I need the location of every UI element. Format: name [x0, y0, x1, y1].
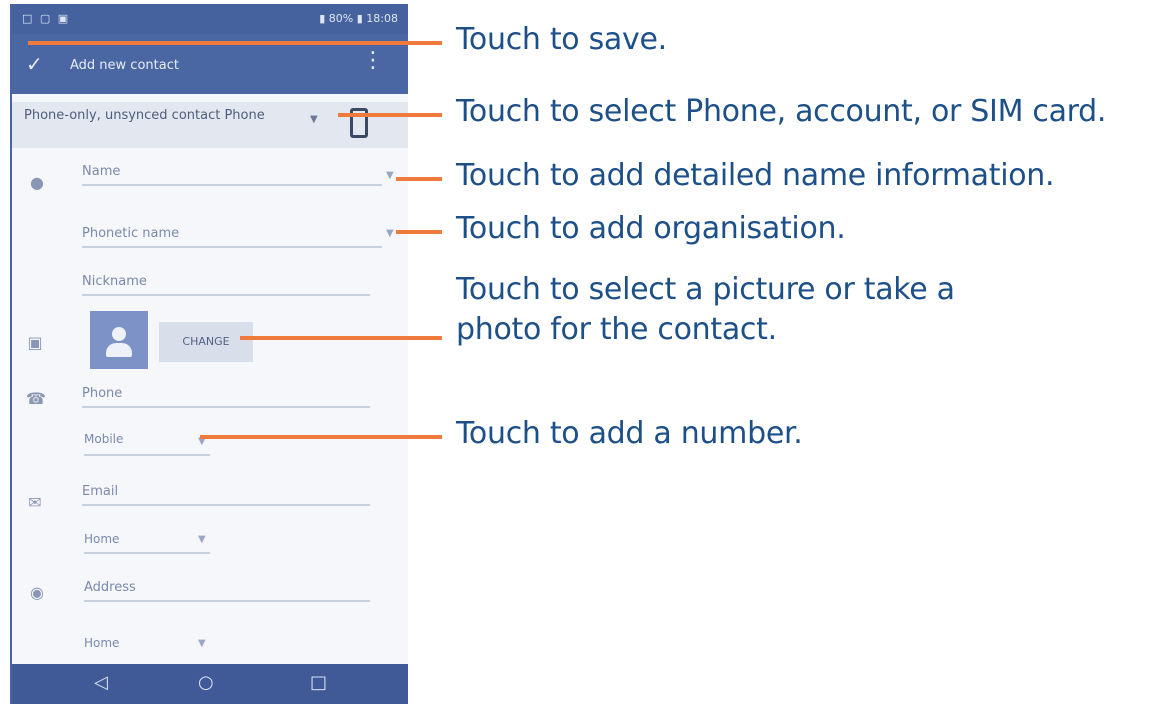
phone-type-select[interactable]: Mobile [84, 432, 123, 446]
email-type-underline [84, 552, 210, 554]
account-callout: Touch to select Phone, account, or SIM c… [456, 94, 1107, 129]
picture-callout-line2: photo for the contact. [456, 312, 777, 347]
address-type-select[interactable]: Home [84, 636, 119, 650]
navigation-bar: ◁ ○ □ [12, 664, 408, 704]
person-icon: ● [30, 173, 44, 192]
avatar-body [106, 343, 132, 357]
chevron-down-icon: ▼ [310, 114, 318, 125]
address-underline [84, 600, 370, 602]
address-field[interactable]: Address [84, 580, 136, 595]
number-callout: Touch to add a number. [456, 416, 803, 451]
back-icon[interactable]: ◁ [94, 674, 108, 692]
phonetic-name-underline [82, 246, 382, 248]
picture-callout-line1: Touch to select a picture or take a [456, 272, 955, 307]
nickname-underline [82, 294, 370, 296]
save-callout-line [28, 41, 442, 45]
name-field[interactable]: Name [82, 164, 120, 179]
phone-type-underline [84, 454, 210, 456]
overflow-menu-icon[interactable]: ⋮ [362, 50, 384, 72]
account-selector[interactable]: Phone-only, unsynced contact Phone ▼ [12, 102, 408, 148]
phone-field[interactable]: Phone [82, 386, 122, 401]
recent-apps-icon[interactable]: □ [310, 674, 327, 692]
account-label: Phone-only, unsynced contact Phone [24, 108, 265, 123]
name-callout-line [396, 177, 442, 181]
picture-callout-line [240, 336, 442, 340]
email-type-select[interactable]: Home [84, 532, 119, 546]
email-icon: ✉ [28, 493, 42, 512]
page-title: Add new contact [70, 58, 179, 73]
name-expand-icon[interactable]: ▼ [386, 170, 394, 181]
location-icon: ◉ [30, 583, 44, 602]
organisation-callout-line [396, 230, 442, 234]
phonetic-name-field[interactable]: Phonetic name [82, 226, 179, 241]
account-callout-line [338, 113, 442, 117]
home-icon[interactable]: ○ [198, 674, 214, 692]
status-icons-right: ▮ 80% ▮ 18:08 [319, 12, 398, 25]
number-callout-line [200, 435, 442, 439]
camera-icon: ▣ [27, 333, 43, 352]
phone-screen: □ ▢ ▣ ▮ 80% ▮ 18:08 ✓ Add new contact ⋮ … [10, 4, 408, 704]
phonetic-expand-icon[interactable]: ▼ [386, 228, 394, 239]
status-bar: □ ▢ ▣ ▮ 80% ▮ 18:08 [12, 4, 408, 34]
name-underline [82, 184, 382, 186]
change-photo-button[interactable]: CHANGE [159, 322, 253, 362]
check-icon[interactable]: ✓ [26, 52, 43, 76]
phone-underline [82, 406, 370, 408]
nickname-field[interactable]: Nickname [82, 274, 147, 289]
avatar-head [112, 327, 126, 341]
status-icons-left: □ ▢ ▣ [22, 12, 71, 25]
email-type-chevron-icon[interactable]: ▼ [198, 534, 206, 545]
contact-photo[interactable] [90, 311, 148, 369]
email-field[interactable]: Email [82, 484, 118, 499]
address-type-chevron-icon[interactable]: ▼ [198, 638, 206, 649]
email-underline [82, 504, 370, 506]
phone-icon: ☎ [26, 389, 46, 408]
organisation-callout: Touch to add organisation. [456, 211, 846, 246]
save-callout: Touch to save. [456, 22, 667, 57]
name-callout: Touch to add detailed name information. [456, 158, 1055, 193]
